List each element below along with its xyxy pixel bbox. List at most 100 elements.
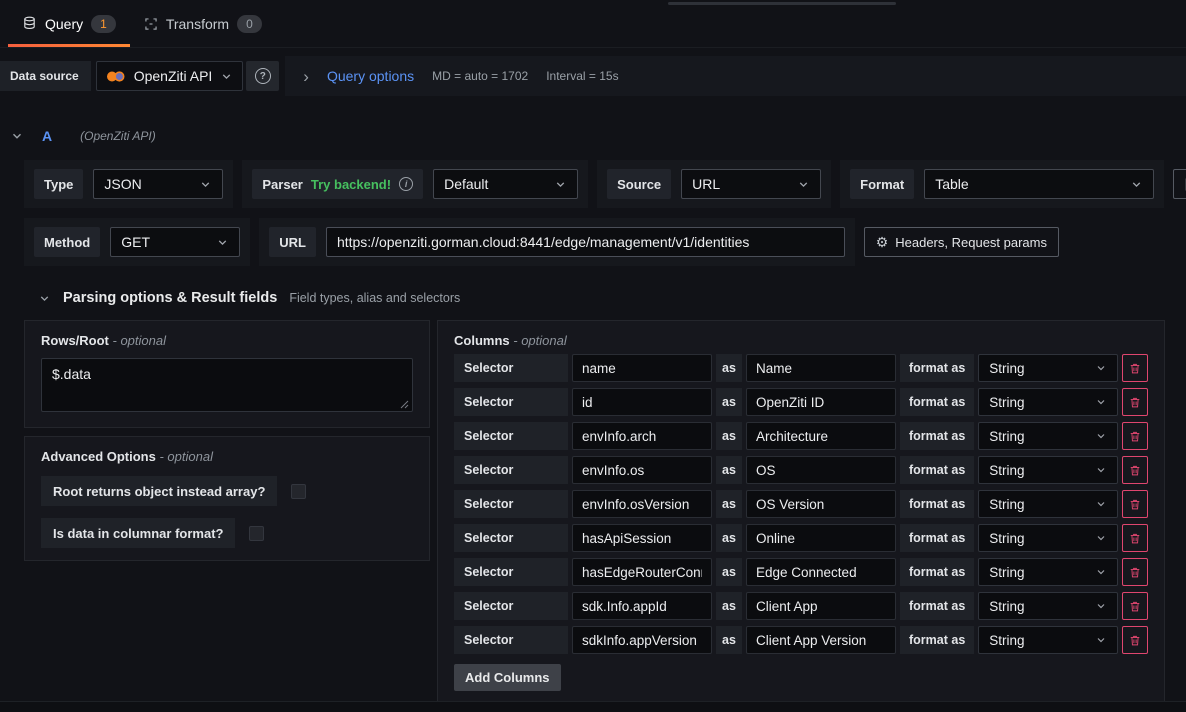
- format-label: Format: [850, 169, 914, 199]
- chevron-down-icon: [1095, 464, 1107, 476]
- chevron-down-icon: [1095, 362, 1107, 374]
- resize-grip-icon[interactable]: [400, 400, 409, 409]
- advanced-options-panel: Advanced Options - optional Root returns…: [24, 436, 430, 561]
- alias-input[interactable]: [746, 558, 896, 586]
- delete-column-button[interactable]: [1122, 422, 1148, 450]
- trash-icon: [1129, 600, 1141, 613]
- format-select[interactable]: String: [978, 524, 1118, 552]
- datasource-label: Data source: [0, 61, 91, 91]
- format-as-label: format as: [900, 558, 974, 586]
- add-columns-button[interactable]: Add Columns: [454, 664, 561, 691]
- column-mapping-row: Selector as format as String: [454, 456, 1148, 484]
- selector-input[interactable]: [572, 490, 712, 518]
- as-label: as: [716, 490, 742, 518]
- as-label: as: [716, 456, 742, 484]
- selector-input[interactable]: [572, 626, 712, 654]
- column-mapping-row: Selector as format as String: [454, 422, 1148, 450]
- delete-column-button[interactable]: [1122, 388, 1148, 416]
- info-circle-icon: i: [399, 177, 413, 191]
- query-row-header: A (OpenZiti API): [0, 122, 1186, 150]
- format-select[interactable]: Table: [924, 169, 1154, 199]
- tab-query-label: Query: [45, 16, 83, 32]
- alias-input[interactable]: [746, 388, 896, 416]
- format-select[interactable]: String: [978, 626, 1118, 654]
- rows-root-label: Rows/Root: [41, 333, 109, 348]
- selector-input[interactable]: [572, 456, 712, 484]
- column-mapping-row: Selector as format as String: [454, 626, 1148, 654]
- format-as-label: format as: [900, 524, 974, 552]
- panel-resize-handle[interactable]: [668, 2, 896, 5]
- format-select-value: String: [989, 565, 1024, 580]
- format-as-label: format as: [900, 592, 974, 620]
- chevron-down-icon: [1130, 178, 1143, 191]
- database-icon: [22, 16, 37, 31]
- type-select[interactable]: JSON: [93, 169, 223, 199]
- query-count-badge: 1: [91, 15, 116, 33]
- alias-input[interactable]: [746, 422, 896, 450]
- method-select[interactable]: GET: [110, 227, 240, 257]
- chevron-down-icon: [554, 178, 567, 191]
- format-as-label: format as: [900, 422, 974, 450]
- delete-column-button[interactable]: [1122, 592, 1148, 620]
- format-select[interactable]: String: [978, 490, 1118, 518]
- alias-input[interactable]: [746, 524, 896, 552]
- collapse-chevron-icon[interactable]: [38, 292, 51, 305]
- headers-button-label: Headers, Request params: [895, 235, 1047, 250]
- rows-root-textarea[interactable]: $.data: [41, 358, 413, 412]
- collapse-chevron-icon[interactable]: [10, 129, 24, 143]
- alias-input[interactable]: [746, 490, 896, 518]
- selector-input[interactable]: [572, 524, 712, 552]
- format-select-value: String: [989, 497, 1024, 512]
- columnar-format-checkbox[interactable]: [249, 526, 264, 541]
- parser-label: Parser Try backend! i: [252, 169, 423, 199]
- selector-input[interactable]: [572, 592, 712, 620]
- help-button[interactable]: Help: [1173, 169, 1186, 199]
- delete-column-button[interactable]: [1122, 558, 1148, 586]
- delete-column-button[interactable]: [1122, 490, 1148, 518]
- selector-label: Selector: [454, 558, 568, 586]
- alias-input[interactable]: [746, 456, 896, 484]
- delete-column-button[interactable]: [1122, 626, 1148, 654]
- selector-label: Selector: [454, 422, 568, 450]
- parser-select[interactable]: Default: [433, 169, 578, 199]
- datasource-help-button[interactable]: ?: [246, 61, 279, 91]
- url-input[interactable]: [326, 227, 845, 257]
- selector-input[interactable]: [572, 558, 712, 586]
- delete-column-button[interactable]: [1122, 456, 1148, 484]
- query-options-link[interactable]: Query options: [327, 68, 414, 84]
- column-mapping-row: Selector as format as String: [454, 388, 1148, 416]
- selector-input[interactable]: [572, 388, 712, 416]
- alias-input[interactable]: [746, 626, 896, 654]
- alias-input[interactable]: [746, 592, 896, 620]
- format-select[interactable]: String: [978, 592, 1118, 620]
- source-select[interactable]: URL: [681, 169, 821, 199]
- as-label: as: [716, 524, 742, 552]
- datasource-picker[interactable]: OpenZiti API: [96, 61, 244, 91]
- tab-transform[interactable]: Transform 0: [130, 0, 276, 47]
- chevron-down-icon: [1095, 430, 1107, 442]
- format-as-label: format as: [900, 388, 974, 416]
- format-select[interactable]: String: [978, 456, 1118, 484]
- selector-label: Selector: [454, 456, 568, 484]
- delete-column-button[interactable]: [1122, 354, 1148, 382]
- alias-input[interactable]: [746, 354, 896, 382]
- columns-optional: - optional: [513, 333, 566, 348]
- selector-input[interactable]: [572, 422, 712, 450]
- format-select[interactable]: String: [978, 354, 1118, 382]
- format-select-value: String: [989, 599, 1024, 614]
- format-as-label: format as: [900, 490, 974, 518]
- advanced-option-row: Is data in columnar format?: [41, 518, 413, 548]
- root-returns-object-checkbox[interactable]: [291, 484, 306, 499]
- delete-column-button[interactable]: [1122, 524, 1148, 552]
- chevron-right-icon: ›: [303, 68, 309, 85]
- tab-query[interactable]: Query 1: [8, 0, 130, 47]
- format-select[interactable]: String: [978, 388, 1118, 416]
- type-label: Type: [34, 169, 83, 199]
- format-select[interactable]: String: [978, 558, 1118, 586]
- chevron-down-icon: [216, 236, 229, 249]
- headers-request-params-button[interactable]: ⚙ Headers, Request params: [864, 227, 1059, 257]
- trash-icon: [1129, 396, 1141, 409]
- format-select[interactable]: String: [978, 422, 1118, 450]
- selector-input[interactable]: [572, 354, 712, 382]
- format-select-value: String: [989, 531, 1024, 546]
